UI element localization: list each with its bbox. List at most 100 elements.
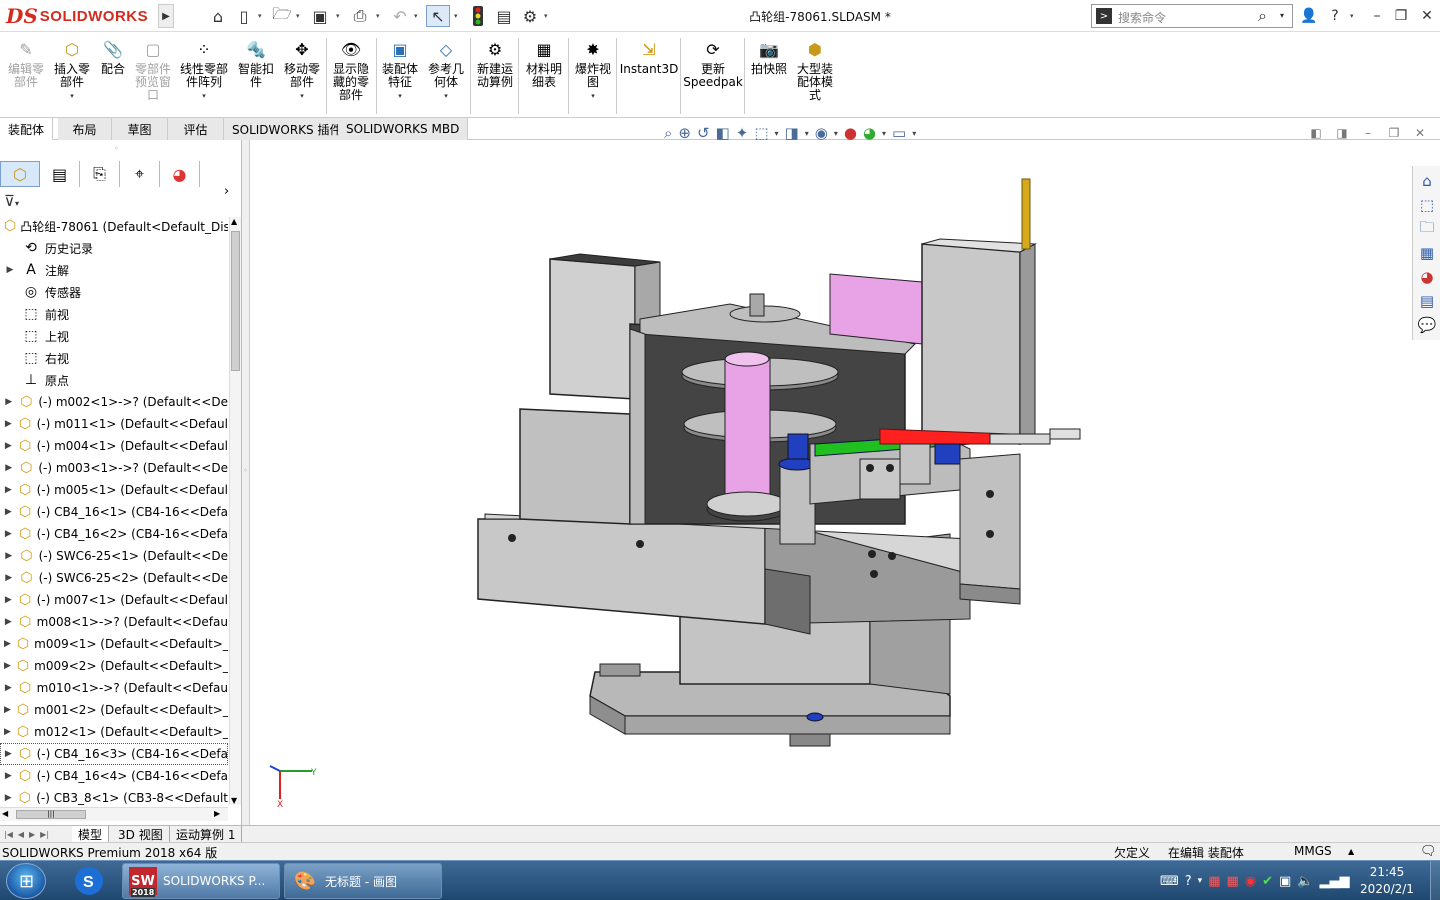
tree-item[interactable]: ⬚ 前视 bbox=[0, 303, 228, 325]
tray-expand-icon[interactable]: ▾ bbox=[1198, 876, 1203, 886]
prev-tab-icon[interactable]: ◀ bbox=[18, 830, 24, 839]
expand-arrow-icon[interactable]: ▶ bbox=[4, 683, 13, 693]
scroll-up-icon[interactable]: ▲ bbox=[231, 217, 237, 226]
tree-item[interactable]: ▶ A 注解 bbox=[0, 259, 228, 281]
exploded-view-dropdown-icon[interactable]: ▾ bbox=[591, 90, 595, 103]
tab-solidworks-mbd[interactable]: SOLIDWORKS MBD bbox=[338, 118, 469, 140]
units-menu-arrow-icon[interactable]: ▲ bbox=[1348, 847, 1354, 856]
doc-restore-icon[interactable]: ❐ bbox=[1384, 124, 1404, 142]
view-orientation-icon[interactable]: ⬚ bbox=[754, 124, 768, 142]
linear-pattern-dropdown-icon[interactable]: ▾ bbox=[202, 90, 206, 103]
apply-scene-dropdown-icon[interactable]: ▾ bbox=[882, 129, 886, 138]
tree-item[interactable]: ⬚ 上视 bbox=[0, 325, 228, 347]
expand-arrow-icon[interactable]: ▶ bbox=[4, 771, 13, 781]
save-dropdown-icon[interactable]: ▾ bbox=[336, 10, 344, 22]
tree-item[interactable]: ▶ ⬡ (-) SWC6-25<2> (Default<<De bbox=[0, 567, 228, 589]
tree-item[interactable]: ▶ ⬡ m008<1>->? (Default<<Defau bbox=[0, 611, 228, 633]
tree-horizontal-scrollbar[interactable]: ◀ ||| ▶ bbox=[0, 807, 228, 821]
tree-item[interactable]: ▶ ⬡ m009<1> (Default<<Default>_ bbox=[0, 633, 228, 655]
traffic-light-icon[interactable] bbox=[466, 5, 490, 27]
menu-expand-arrow-icon[interactable]: ▶ bbox=[158, 4, 174, 28]
tree-item[interactable]: ⊥ 原点 bbox=[0, 369, 228, 391]
tree-item[interactable]: ▶ ⬡ (-) CB4_16<2> (CB4-16<<Defa bbox=[0, 523, 228, 545]
tree-item[interactable]: ▶ ⬡ (-) m004<1> (Default<<Defaul bbox=[0, 435, 228, 457]
network-icon[interactable]: ▣ bbox=[1279, 874, 1291, 889]
doc-close-icon[interactable]: ✕ bbox=[1410, 124, 1430, 142]
tree-item[interactable]: ▶ ⬡ (-) CB4_16<1> (CB4-16<<Defa bbox=[0, 501, 228, 523]
volume-icon[interactable]: 🔈 bbox=[1297, 874, 1313, 889]
expand-arrow-icon[interactable]: ▶ bbox=[4, 573, 13, 583]
doc-tile-left-icon[interactable]: ◧ bbox=[1306, 124, 1326, 142]
expand-arrow-icon[interactable]: ▶ bbox=[4, 551, 13, 561]
user-account-icon[interactable]: 👤 bbox=[1298, 6, 1320, 26]
minimize-icon[interactable]: – bbox=[1366, 6, 1388, 26]
doc-tile-right-icon[interactable]: ◨ bbox=[1332, 124, 1352, 142]
last-tab-icon[interactable]: ▶| bbox=[40, 830, 49, 839]
assembly-feature-button[interactable]: ▣ 装配体 特征 ▾ bbox=[380, 38, 420, 103]
restore-icon[interactable]: ❐ bbox=[1390, 6, 1412, 26]
zoom-area-icon[interactable]: ⊕ bbox=[678, 124, 691, 142]
splitter-grip-icon[interactable]: ◦ bbox=[243, 466, 248, 475]
move-component-button[interactable]: ✥ 移动零 部件 ▾ bbox=[280, 38, 324, 103]
view-palette-icon[interactable]: ▦ bbox=[1416, 242, 1438, 264]
help-tray-icon[interactable]: ? bbox=[1185, 874, 1192, 889]
section-view-icon[interactable]: ◧ bbox=[716, 124, 730, 142]
speedpak-button[interactable]: ⟳ 更新 Speedpak bbox=[683, 38, 743, 89]
edit-appearance-icon[interactable]: ● bbox=[844, 124, 857, 142]
tree-item[interactable]: ▶ ⬡ (-) m003<1>->? (Default<<De bbox=[0, 457, 228, 479]
security-tray-icon[interactable]: ✔ bbox=[1262, 874, 1273, 889]
tree-item[interactable]: ▶ ⬡ m010<1>->? (Default<<Defau bbox=[0, 677, 228, 699]
tab-motion-study[interactable]: 运动算例 1 bbox=[170, 826, 243, 842]
print-dropdown-icon[interactable]: ▾ bbox=[376, 10, 384, 22]
tree-vertical-scrollbar[interactable]: ▲ ▼ bbox=[229, 217, 241, 805]
appearances-icon[interactable]: ◕ bbox=[1416, 266, 1438, 288]
insert-component-button[interactable]: ⬡ 插入零 部件 ▾ bbox=[50, 38, 94, 103]
start-button[interactable]: ⊞ bbox=[6, 863, 46, 899]
design-library-icon[interactable]: ⬚ bbox=[1416, 194, 1438, 216]
tree-item[interactable]: ▶ ⬡ (-) CB4_16<4> (CB4-16<<Defa bbox=[0, 765, 228, 787]
tree-item[interactable]: ⟲ 历史记录 bbox=[0, 237, 228, 259]
display-style-dropdown-icon[interactable]: ▾ bbox=[805, 129, 809, 138]
tree-item[interactable]: ▶ ⬡ (-) SWC6-25<1> (Default<<De bbox=[0, 545, 228, 567]
tray-app2-icon[interactable]: ▦ bbox=[1227, 874, 1239, 889]
scroll-thumb[interactable] bbox=[231, 231, 240, 371]
cad-assembly-model[interactable]: Y X bbox=[250, 144, 1412, 825]
open-dropdown-icon[interactable]: ▾ bbox=[296, 10, 304, 22]
hide-show-icon[interactable]: ◉ bbox=[815, 124, 828, 142]
tree-item[interactable]: ⬚ 右视 bbox=[0, 347, 228, 369]
new-doc-icon[interactable]: ▯ bbox=[232, 5, 256, 27]
insert-component-dropdown-icon[interactable]: ▾ bbox=[70, 90, 74, 103]
expand-arrow-icon[interactable]: ▶ bbox=[4, 705, 11, 715]
print-icon[interactable]: ⎙ bbox=[348, 5, 372, 27]
undo-icon[interactable]: ↶ bbox=[388, 5, 412, 27]
options-icon[interactable]: ⚙ bbox=[518, 5, 542, 27]
expand-arrow-icon[interactable]: ▶ bbox=[4, 463, 13, 473]
assembly-feature-dropdown-icon[interactable]: ▾ bbox=[398, 90, 402, 103]
show-hidden-button[interactable]: 👁 显示隐 藏的零 部件 bbox=[330, 38, 372, 102]
ref-geometry-button[interactable]: ◇ 参考几 何体 ▾ bbox=[424, 38, 468, 103]
search-icon[interactable]: ⌕ bbox=[1258, 6, 1267, 26]
instant3d-button[interactable]: ⇲ Instant3D bbox=[620, 38, 679, 76]
edit-component-button[interactable]: ✎ 编辑零 部件 bbox=[4, 38, 48, 89]
tree-item[interactable]: ▶ ⬡ (-) CB3_8<1> (CB3-8<<Default bbox=[0, 787, 228, 805]
expand-arrow-icon[interactable]: ▶ bbox=[4, 639, 11, 649]
expand-arrow-icon[interactable]: ▶ bbox=[4, 419, 13, 429]
expand-arrow-icon[interactable]: ▶ bbox=[4, 793, 12, 803]
tree-item[interactable]: ▶ ⬡ (-) m002<1>->? (Default<<De bbox=[0, 391, 228, 413]
hscroll-thumb[interactable]: ||| bbox=[16, 810, 86, 819]
display-style-icon[interactable]: ◨ bbox=[785, 124, 799, 142]
panel-splitter[interactable]: ◦ bbox=[242, 140, 250, 825]
previous-view-icon[interactable]: ↺ bbox=[697, 124, 710, 142]
expand-arrow-icon[interactable]: ▶ bbox=[4, 727, 11, 737]
tab-assembly[interactable]: 装配体 bbox=[0, 118, 54, 140]
tray-app-icon[interactable]: ▦ bbox=[1208, 874, 1220, 889]
select-dropdown-icon[interactable]: ▾ bbox=[454, 10, 462, 22]
tree-item[interactable]: ▶ ⬡ (-) CB4_16<3> (CB4-16<<Defa bbox=[0, 743, 228, 765]
tree-item[interactable]: ▶ ⬡ m001<2> (Default<<Default>_ bbox=[0, 699, 228, 721]
options-dropdown-icon[interactable]: ▾ bbox=[544, 10, 552, 22]
smart-fastener-button[interactable]: 🔩 智能扣 件 bbox=[236, 38, 276, 89]
apply-scene-icon[interactable]: ◕ bbox=[863, 124, 876, 142]
expand-arrow-icon[interactable]: ▶ bbox=[4, 507, 13, 517]
expand-arrow-icon[interactable]: ▶ bbox=[4, 529, 13, 539]
keyboard-icon[interactable]: ⌨ bbox=[1160, 874, 1179, 889]
